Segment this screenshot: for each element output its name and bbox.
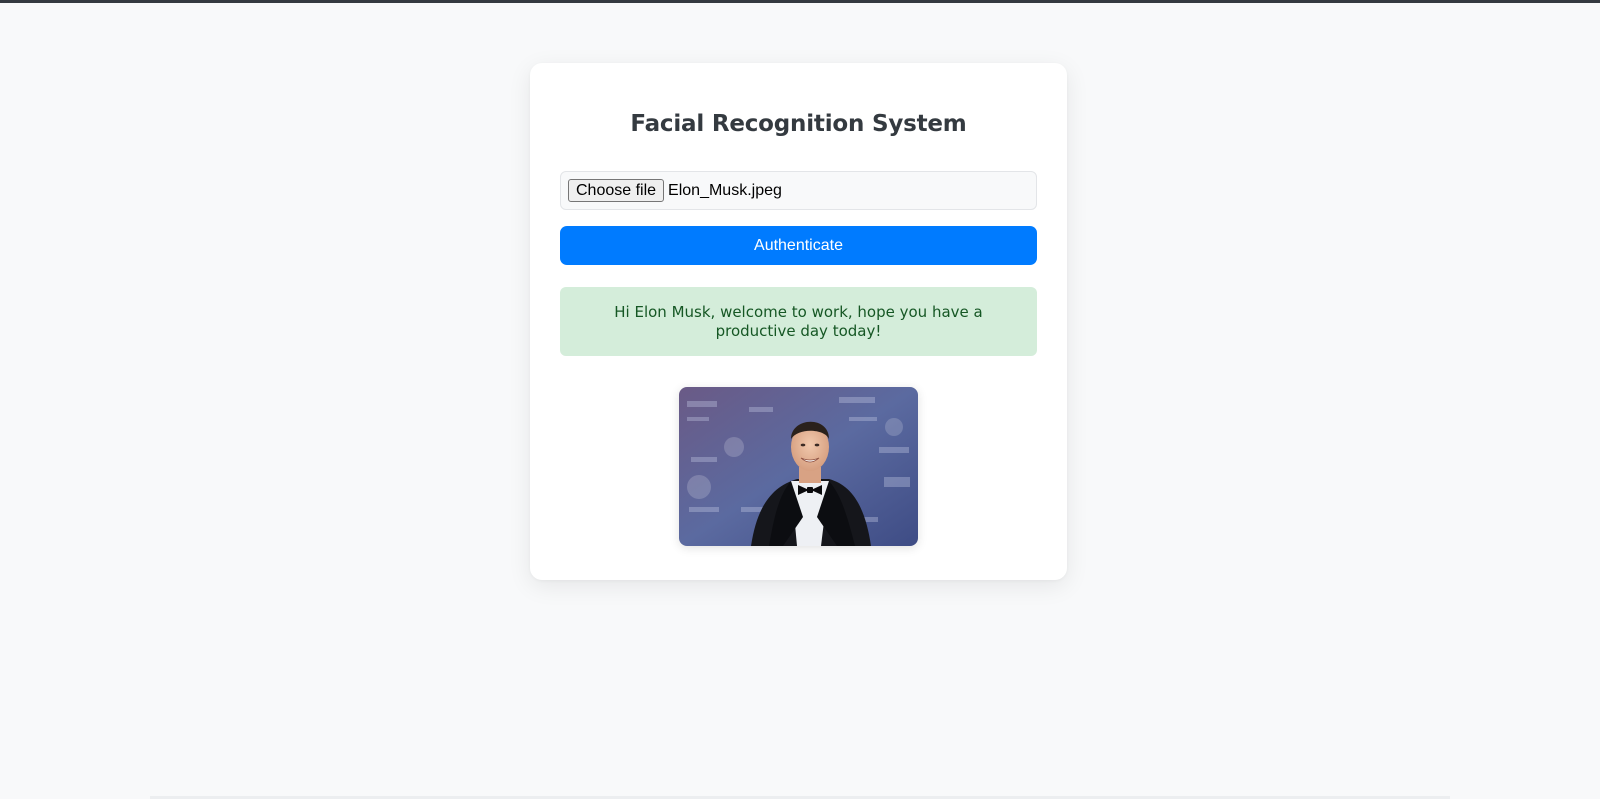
authenticate-button[interactable]: Authenticate [560,226,1037,265]
auth-card: Facial Recognition System Choose file El… [530,63,1067,580]
portrait-image [679,387,918,546]
file-upload-field[interactable]: Choose file Elon_Musk.jpeg [560,171,1037,210]
choose-file-button[interactable]: Choose file [568,179,665,202]
selected-file-name: Elon_Musk.jpeg [668,181,782,199]
page-title: Facial Recognition System [630,111,967,137]
welcome-alert: Hi Elon Musk, welcome to work, hope you … [560,287,1037,356]
uploaded-photo [679,387,918,546]
top-border [0,0,1600,3]
